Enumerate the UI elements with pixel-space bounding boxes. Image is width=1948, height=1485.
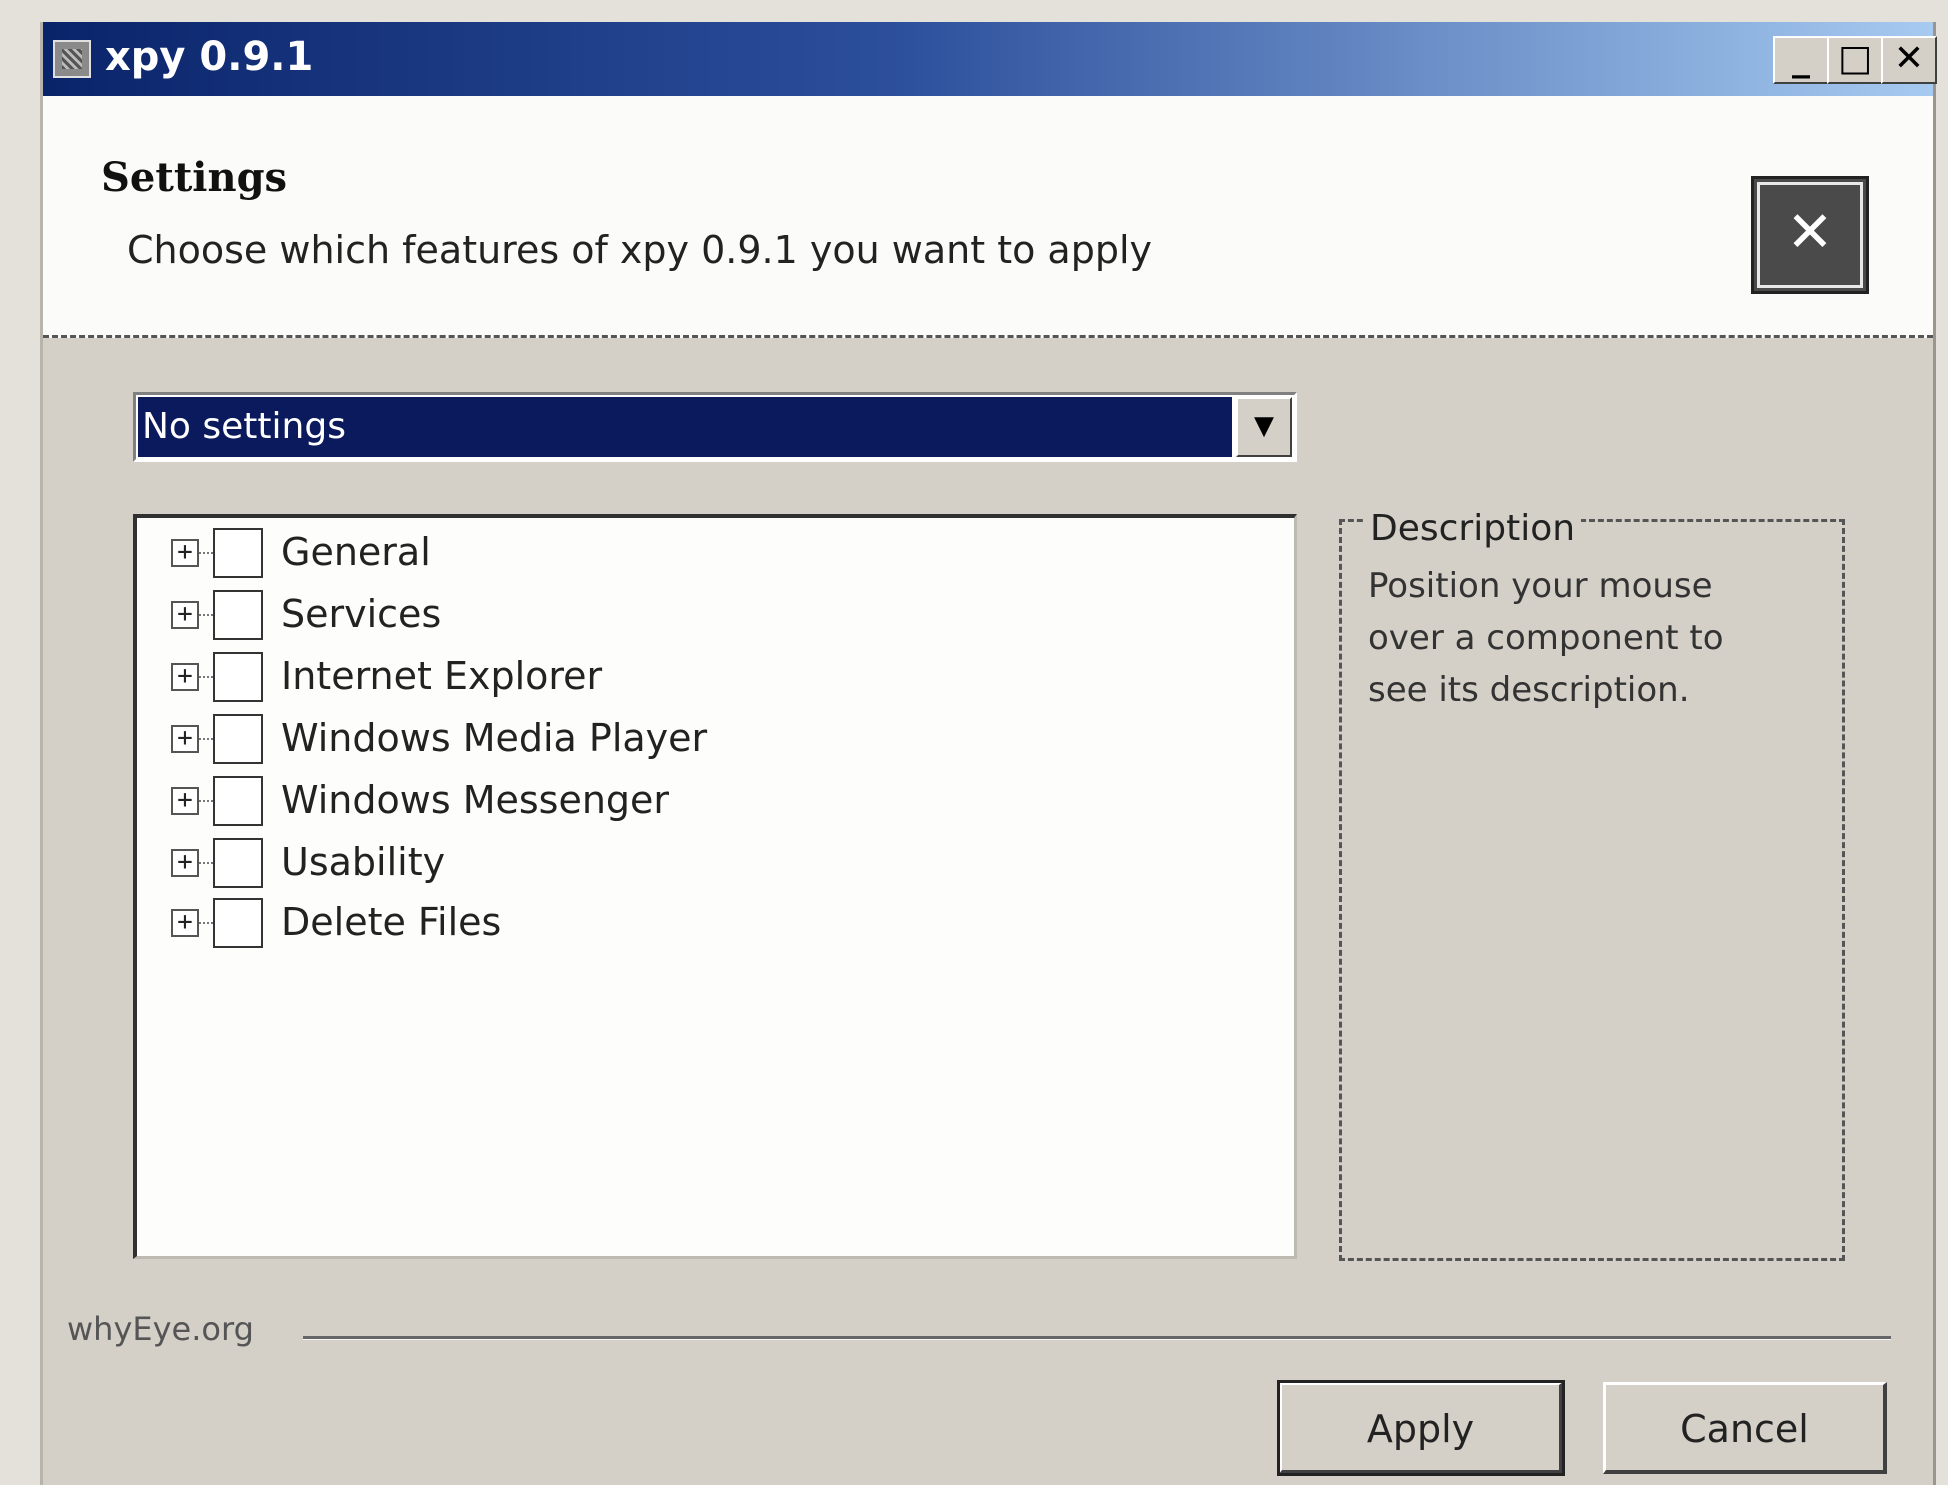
description-title: Description <box>1364 508 1582 549</box>
expand-icon[interactable]: + <box>171 849 199 877</box>
page-title: Settings <box>101 154 288 201</box>
tree-item-windows-messenger[interactable]: + Windows Messenger <box>161 774 1061 830</box>
checkbox-windows-media-player[interactable] <box>213 714 263 764</box>
app-icon[interactable] <box>53 40 91 78</box>
expand-icon[interactable]: + <box>171 601 199 629</box>
tree-item-windows-media-player[interactable]: + Windows Media Player <box>161 712 1061 768</box>
xpy-logo-icon: ✕ <box>1751 176 1869 294</box>
tree-item-general[interactable]: + General <box>161 526 1061 582</box>
tree-item-label: Usability <box>281 840 446 884</box>
checkbox-internet-explorer[interactable] <box>213 652 263 702</box>
expand-icon[interactable]: + <box>171 787 199 815</box>
description-text: Position your mouse over a component to … <box>1368 566 1724 710</box>
tree-connector <box>199 676 213 678</box>
chevron-down-icon[interactable]: ▼ <box>1236 397 1292 457</box>
expand-icon[interactable]: + <box>171 539 199 567</box>
app-window: xpy 0.9.1 _ □ ✕ Settings Choose which fe… <box>40 22 1937 1485</box>
title-bar[interactable]: xpy 0.9.1 _ □ ✕ <box>43 22 1937 96</box>
description-panel: Description Position your mouse over a c… <box>1339 508 1845 1261</box>
tree-item-label: Windows Messenger <box>281 778 670 822</box>
checkbox-usability[interactable] <box>213 838 263 888</box>
maximize-button[interactable]: □ <box>1827 36 1883 84</box>
expand-icon[interactable]: + <box>171 663 199 691</box>
tree-item-label: Services <box>281 592 442 636</box>
tree-connector <box>199 614 213 616</box>
dropdown-selected-value[interactable]: No settings <box>138 397 1232 457</box>
tree-connector <box>199 800 213 802</box>
tree-item-delete-files[interactable]: + Delete Files <box>161 896 1061 952</box>
feature-tree[interactable]: + General + Services + Internet Explorer… <box>133 514 1297 1259</box>
tree-item-label: Delete Files <box>281 900 502 944</box>
tree-item-services[interactable]: + Services <box>161 588 1061 644</box>
tree-item-label: Windows Media Player <box>281 716 708 760</box>
checkbox-services[interactable] <box>213 590 263 640</box>
expand-icon[interactable]: + <box>171 909 199 937</box>
apply-button[interactable]: Apply <box>1277 1380 1565 1476</box>
checkbox-delete-files[interactable] <box>213 898 263 948</box>
cancel-button[interactable]: Cancel <box>1603 1382 1887 1474</box>
minimize-button[interactable]: _ <box>1773 36 1829 84</box>
tree-connector <box>199 862 213 864</box>
tree-connector <box>199 738 213 740</box>
footer-divider <box>303 1336 1891 1340</box>
tree-item-usability[interactable]: + Usability <box>161 836 1061 892</box>
site-label: whyEye.org <box>67 1310 254 1348</box>
page-subtitle: Choose which features of xpy 0.9.1 you w… <box>127 228 1152 272</box>
tree-item-internet-explorer[interactable]: + Internet Explorer <box>161 650 1061 706</box>
tree-item-label: General <box>281 530 431 574</box>
tree-connector <box>199 552 213 554</box>
checkbox-general[interactable] <box>213 528 263 578</box>
close-button[interactable]: ✕ <box>1881 36 1937 84</box>
checkbox-windows-messenger[interactable] <box>213 776 263 826</box>
settings-preset-dropdown[interactable]: No settings ▼ <box>133 392 1297 462</box>
window-title: xpy 0.9.1 <box>105 34 314 80</box>
tree-item-label: Internet Explorer <box>281 654 603 698</box>
wizard-header: Settings Choose which features of xpy 0.… <box>43 96 1933 338</box>
tree-connector <box>199 922 213 924</box>
expand-icon[interactable]: + <box>171 725 199 753</box>
